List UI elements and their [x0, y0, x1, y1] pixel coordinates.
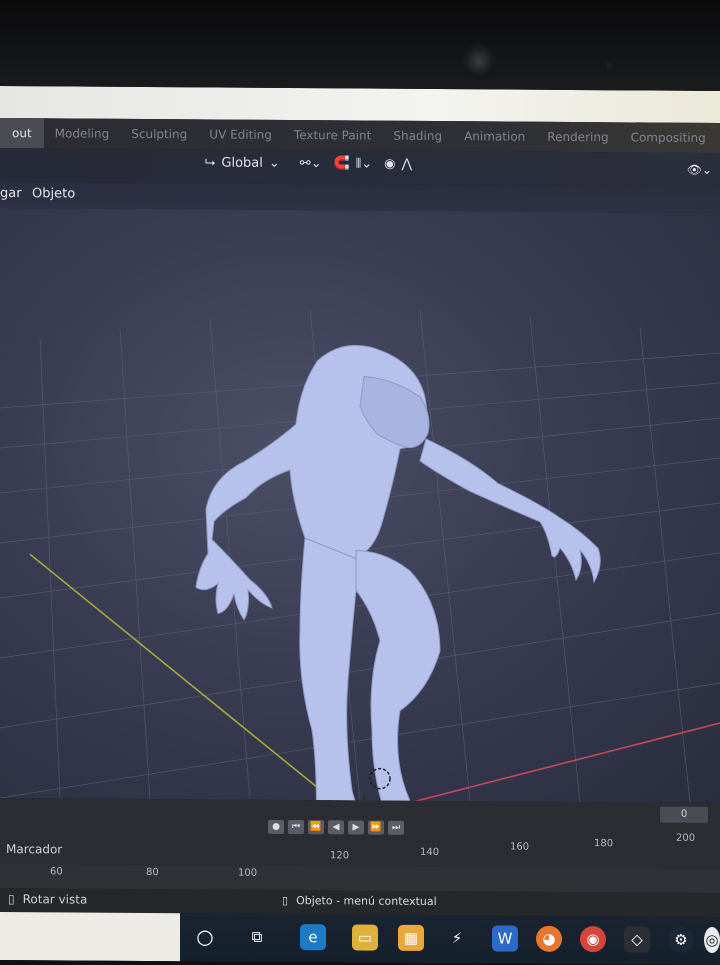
tab-uv-editing[interactable]: UV Editing: [198, 119, 283, 150]
webcam-led-icon: [606, 62, 612, 68]
current-frame-field[interactable]: 0: [660, 806, 708, 823]
transform-axes-icon: ⮡: [205, 155, 216, 171]
jump-end-icon[interactable]: ⏭: [388, 820, 404, 835]
record-icon[interactable]: ●: [268, 819, 284, 834]
jump-start-icon[interactable]: ⏮: [288, 820, 304, 835]
pivot-point-icon[interactable]: ⚯⌄: [300, 156, 322, 171]
next-keyframe-icon[interactable]: ⏩: [368, 820, 384, 835]
webcam-icon: [462, 44, 496, 78]
prev-keyframe-icon[interactable]: ⏪: [308, 820, 324, 835]
chevron-down-icon: ⌄: [268, 155, 280, 171]
viewport-canvas: [0, 310, 720, 804]
ruler-tick: 200: [676, 832, 696, 844]
viewport-gizmo-toggle-icon[interactable]: 👁⌄: [687, 163, 712, 177]
status-hint-middle: ▯ Objeto - menú contextual: [282, 894, 437, 908]
monitor-bezel: [0, 0, 720, 96]
tab-animation[interactable]: Animation: [453, 121, 536, 152]
tab-compositing[interactable]: Compositing: [620, 122, 717, 153]
firefox-icon[interactable]: ◕: [536, 925, 562, 952]
transform-orientation-dropdown[interactable]: ⮡ Global ⌄ ⚯⌄ 🧲 ⫴⌄ ◉ ⋀: [205, 155, 412, 171]
tab-modeling[interactable]: Modeling: [44, 118, 121, 149]
tab-rendering[interactable]: Rendering: [536, 122, 619, 153]
ruler-tick: 180: [594, 838, 614, 850]
ruler-tick: 160: [510, 841, 530, 853]
mouse-middle-icon: ▯: [8, 892, 15, 907]
unity-icon[interactable]: ◇: [624, 926, 650, 953]
steam-icon[interactable]: ⚙: [668, 926, 694, 953]
window-title-strip: [0, 86, 720, 124]
tab-layout[interactable]: out: [0, 118, 44, 149]
snapping-magnet-icon[interactable]: 🧲: [334, 156, 350, 171]
ruler-tick: 120: [330, 850, 350, 862]
status-hint-left: ▯ Rotar vista: [8, 892, 87, 907]
blender-window: out Modeling Sculpting UV Editing Textur…: [0, 86, 720, 965]
ruler-tick: 140: [420, 846, 440, 859]
falloff-curve-icon[interactable]: ⋀: [401, 157, 412, 172]
store-icon[interactable]: ▦: [398, 924, 424, 951]
blender-icon[interactable]: ◎: [704, 926, 720, 954]
ruler-tick: 60: [50, 866, 63, 878]
ruler-tick: 80: [146, 867, 159, 879]
marker-menu[interactable]: Marcador: [6, 842, 62, 856]
status-rotate-view: Rotar vista: [22, 892, 88, 907]
cortana-circle-icon[interactable]: ○: [192, 923, 218, 949]
x-axis-line: [0, 722, 720, 804]
status-context-menu: Objeto - menú contextual: [296, 894, 437, 909]
menu-item-objeto[interactable]: Objeto: [32, 186, 75, 201]
proportional-editing-icon[interactable]: ◉: [384, 157, 395, 172]
task-view-icon[interactable]: ⧉: [244, 924, 270, 950]
app-bolt-icon[interactable]: ⚡: [444, 925, 470, 951]
tab-shading[interactable]: Shading: [382, 121, 453, 151]
tab-texture-paint[interactable]: Texture Paint: [283, 120, 382, 151]
edge-browser-icon[interactable]: e: [300, 924, 326, 951]
menu-item-agregar[interactable]: gar: [0, 186, 22, 201]
chrome-icon[interactable]: ◉: [580, 926, 606, 953]
timeline-panel: 0 ● ⏮ ⏪ ◀ ▶ ⏩ ⏭ Marcador 60 80 100 120 1…: [0, 798, 720, 894]
windows-taskbar: ○ ⧉ e ▭ ▦ ⚡ W ◕ ◉ ◇ ⚙ ◎: [0, 912, 720, 965]
3d-viewport[interactable]: [0, 208, 720, 804]
taskbar-search-area[interactable]: [0, 912, 180, 962]
tab-sculpting[interactable]: Sculpting: [120, 119, 198, 150]
file-explorer-icon[interactable]: ▭: [352, 924, 378, 951]
mouse-right-icon: ▯: [282, 893, 289, 908]
playback-controls: ● ⏮ ⏪ ◀ ▶ ⏩ ⏭: [268, 819, 404, 835]
snap-increment-icon[interactable]: ⫴⌄: [356, 156, 372, 171]
play-reverse-icon[interactable]: ◀: [328, 820, 344, 835]
ruler-tick: 100: [238, 867, 258, 879]
transform-orientation-label: Global: [221, 155, 263, 171]
play-icon[interactable]: ▶: [348, 820, 364, 835]
viewport-header: ⮡ Global ⌄ ⚯⌄ 🧲 ⫴⌄ ◉ ⋀ 👁⌄: [0, 148, 720, 188]
word-icon[interactable]: W: [492, 925, 518, 952]
